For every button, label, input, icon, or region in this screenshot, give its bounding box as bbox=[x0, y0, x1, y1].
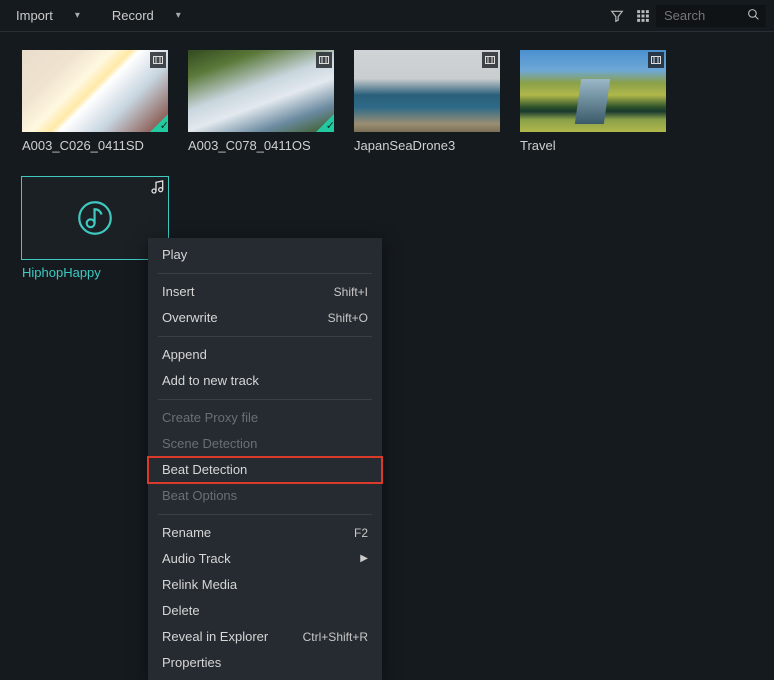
menu-relink-media[interactable]: Relink Media bbox=[148, 572, 382, 598]
menu-properties[interactable]: Properties bbox=[148, 650, 382, 676]
filter-icon[interactable] bbox=[610, 9, 624, 23]
menu-scene-detection: Scene Detection bbox=[148, 431, 382, 457]
menu-rename[interactable]: RenameF2 bbox=[148, 520, 382, 546]
menu-play[interactable]: Play bbox=[148, 242, 382, 268]
media-item[interactable]: HiphopHappy bbox=[22, 177, 168, 280]
context-menu: Play InsertShift+I OverwriteShift+O Appe… bbox=[148, 238, 382, 680]
search-wrap bbox=[656, 5, 766, 27]
submenu-arrow-icon: ▶ bbox=[360, 549, 368, 569]
chevron-down-icon: ▾ bbox=[176, 10, 181, 21]
media-item[interactable]: A003_C026_0411SD bbox=[22, 50, 168, 153]
menu-reveal-explorer[interactable]: Reveal in ExplorerCtrl+Shift+R bbox=[148, 624, 382, 650]
media-item[interactable]: A003_C078_0411OS bbox=[188, 50, 334, 153]
media-thumbnail[interactable] bbox=[22, 50, 168, 132]
menu-overwrite[interactable]: OverwriteShift+O bbox=[148, 305, 382, 331]
grid-icon[interactable] bbox=[636, 9, 650, 23]
import-label: Import bbox=[16, 8, 53, 23]
menu-append[interactable]: Append bbox=[148, 342, 382, 368]
media-item[interactable]: Travel bbox=[520, 50, 666, 153]
video-badge-icon bbox=[150, 52, 166, 68]
media-label: Travel bbox=[520, 138, 666, 153]
video-badge-icon bbox=[648, 52, 664, 68]
media-thumbnail[interactable] bbox=[520, 50, 666, 132]
media-label: A003_C026_0411SD bbox=[22, 138, 168, 153]
menu-beat-detection[interactable]: Beat Detection bbox=[148, 457, 382, 483]
media-thumbnail[interactable] bbox=[188, 50, 334, 132]
menu-insert[interactable]: InsertShift+I bbox=[148, 279, 382, 305]
record-label: Record bbox=[112, 8, 154, 23]
media-grid: A003_C026_0411SD A003_C078_0411OS JapanS… bbox=[0, 32, 774, 298]
music-note-icon bbox=[74, 197, 116, 239]
toolbar: Import ▾ Record ▾ bbox=[0, 0, 774, 32]
menu-separator bbox=[158, 336, 372, 337]
menu-separator bbox=[158, 399, 372, 400]
chevron-down-icon: ▾ bbox=[75, 10, 80, 21]
menu-separator bbox=[158, 273, 372, 274]
media-label: A003_C078_0411OS bbox=[188, 138, 334, 153]
video-badge-icon bbox=[482, 52, 498, 68]
record-button[interactable]: Record ▾ bbox=[104, 4, 189, 27]
audio-badge-icon bbox=[150, 179, 166, 195]
media-label: JapanSeaDrone3 bbox=[354, 138, 500, 153]
menu-separator bbox=[158, 514, 372, 515]
import-button[interactable]: Import ▾ bbox=[8, 4, 88, 27]
search-input[interactable] bbox=[656, 5, 766, 27]
menu-add-to-new-track[interactable]: Add to new track bbox=[148, 368, 382, 394]
menu-audio-track[interactable]: Audio Track▶ bbox=[148, 546, 382, 572]
media-thumbnail[interactable] bbox=[22, 177, 168, 259]
menu-delete[interactable]: Delete bbox=[148, 598, 382, 624]
media-item[interactable]: JapanSeaDrone3 bbox=[354, 50, 500, 153]
menu-create-proxy: Create Proxy file bbox=[148, 405, 382, 431]
media-thumbnail[interactable] bbox=[354, 50, 500, 132]
check-icon bbox=[150, 114, 168, 132]
menu-beat-options: Beat Options bbox=[148, 483, 382, 509]
media-label: HiphopHappy bbox=[22, 265, 168, 280]
video-badge-icon bbox=[316, 52, 332, 68]
check-icon bbox=[316, 114, 334, 132]
